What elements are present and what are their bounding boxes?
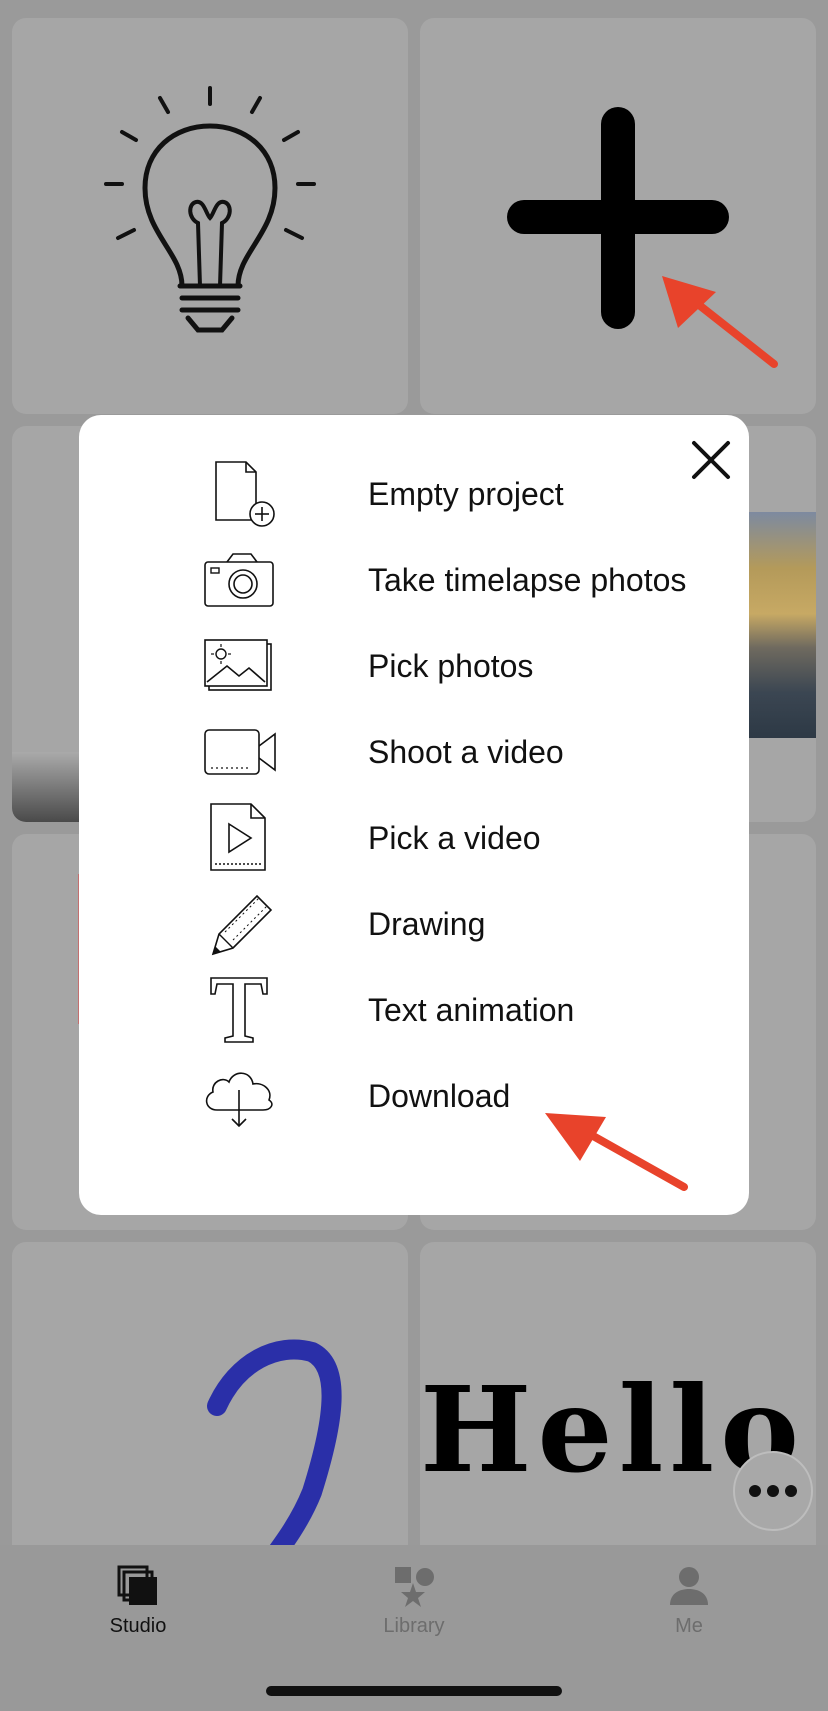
tab-me[interactable]: Me [609,1563,769,1653]
menu-item-label: Pick a video [368,820,541,856]
studio-icon [117,1565,157,1605]
menu-item-label: Shoot a video [368,734,564,770]
lightbulb-icon [104,86,316,333]
text-icon [199,974,279,1046]
library-icon [395,1567,434,1607]
menu-item-pick-photos[interactable]: Pick photos [79,626,749,706]
new-idea-tile[interactable] [12,18,408,414]
cloud-download-icon [199,1060,279,1132]
menu-item-label: Empty project [368,476,564,512]
tab-label: Studio [109,1615,167,1637]
more-icon [749,1485,797,1497]
person-icon [670,1567,708,1605]
menu-item-text-animation[interactable]: Text animation [79,970,749,1050]
new-project-menu: Empty project Take timelapse photos Pick… [79,415,749,1215]
menu-item-label: Take timelapse photos [368,562,687,598]
photos-icon [199,630,279,702]
menu-item-label: Pick photos [368,648,534,684]
annotation-arrow [545,1113,688,1191]
camera-icon [199,544,279,616]
menu-item-take-timelapse-photos[interactable]: Take timelapse photos [79,540,749,620]
video-file-icon [199,802,279,874]
home-indicator [266,1686,562,1696]
tab-label: Me [675,1615,703,1637]
menu-item-label: Text animation [368,992,575,1028]
more-button[interactable] [733,1451,813,1531]
menu-item-label: Download [368,1078,511,1114]
menu-item-empty-project[interactable]: Empty project [79,454,749,534]
new-document-icon [199,458,279,530]
menu-item-pick-a-video[interactable]: Pick a video [79,798,749,878]
tab-studio[interactable]: Studio [58,1563,218,1653]
tab-library[interactable]: Library [334,1563,494,1653]
menu-item-label: Drawing [368,906,486,942]
tab-label: Library [383,1615,445,1637]
pencil-icon [199,888,279,960]
video-camera-icon [199,716,279,788]
menu-item-drawing[interactable]: Drawing [79,884,749,964]
annotation-arrow [662,276,778,368]
menu-item-shoot-a-video[interactable]: Shoot a video [79,712,749,792]
